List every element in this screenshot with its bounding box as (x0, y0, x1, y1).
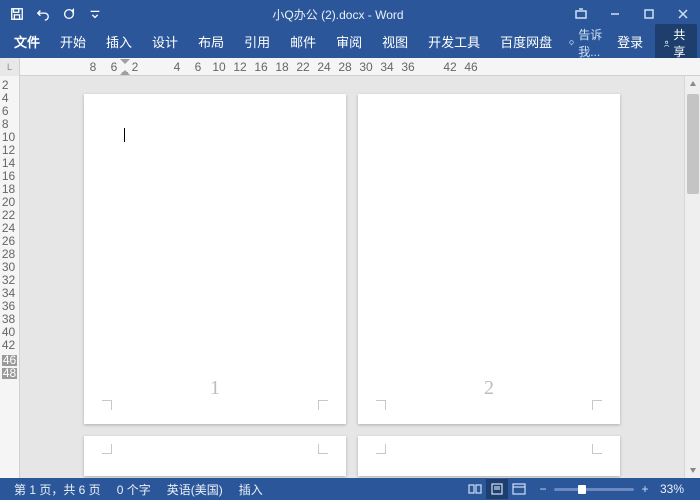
share-button[interactable]: 共享 (655, 24, 697, 62)
status-mode[interactable]: 插入 (231, 481, 271, 498)
title-bar: 小Q办公 (2).docx - Word (0, 0, 700, 28)
hruler-numbers: 86246101216182224283034364246 (22, 60, 480, 74)
tab-developer[interactable]: 开发工具 (418, 28, 490, 58)
zoom-control: − + 33% (530, 482, 694, 496)
page-2[interactable]: 2 (358, 94, 620, 424)
tab-home[interactable]: 开始 (50, 28, 96, 58)
tell-me-label: 告诉我... (578, 26, 605, 60)
undo-icon[interactable] (32, 3, 54, 25)
work-area: 2468101214161820222426283032343638404246… (0, 76, 700, 478)
signin-button[interactable]: 登录 (611, 28, 649, 58)
minimize-icon[interactable] (598, 0, 632, 28)
vruler-numbers: 2468101214161820222426283032343638404246… (2, 80, 17, 379)
status-words[interactable]: 0 个字 (109, 481, 159, 498)
qat-customize-icon[interactable] (84, 3, 106, 25)
zoom-out-button[interactable]: − (536, 482, 550, 496)
scroll-down-icon[interactable] (685, 462, 700, 478)
ribbon-options-icon[interactable] (564, 0, 598, 28)
lightbulb-icon (568, 37, 575, 49)
zoom-in-button[interactable]: + (638, 482, 652, 496)
window-title: 小Q办公 (2).docx - Word (112, 6, 564, 23)
page-3[interactable] (84, 436, 346, 476)
save-icon[interactable] (6, 3, 28, 25)
status-page[interactable]: 第 1 页，共 6 页 (6, 481, 109, 498)
indent-marker-icon[interactable] (120, 59, 130, 78)
tab-layout[interactable]: 布局 (188, 28, 234, 58)
read-mode-icon[interactable] (464, 479, 486, 499)
margin-mark-icon (102, 400, 112, 410)
tell-me[interactable]: 告诉我... (562, 26, 611, 60)
vertical-ruler[interactable]: 2468101214161820222426283032343638404246… (0, 76, 20, 478)
share-label: 共享 (673, 26, 689, 60)
page-number: 1 (84, 377, 346, 400)
status-bar: 第 1 页，共 6 页 0 个字 英语(美国) 插入 − + 33% (0, 478, 700, 500)
status-language[interactable]: 英语(美国) (159, 481, 231, 498)
tab-references[interactable]: 引用 (234, 28, 280, 58)
tab-design[interactable]: 设计 (142, 28, 188, 58)
tab-review[interactable]: 审阅 (326, 28, 372, 58)
margin-mark-icon (318, 400, 328, 410)
text-cursor (124, 128, 125, 142)
quick-access-toolbar (0, 3, 112, 25)
margin-mark-icon (592, 400, 602, 410)
tab-file[interactable]: 文件 (4, 28, 50, 58)
tab-mailings[interactable]: 邮件 (280, 28, 326, 58)
horizontal-ruler[interactable]: L 86246101216182224283034364246 (0, 58, 700, 76)
tab-insert[interactable]: 插入 (96, 28, 142, 58)
ribbon-tabs: 文件 开始 插入 设计 布局 引用 邮件 审阅 视图 开发工具 百度网盘 告诉我… (0, 28, 700, 58)
zoom-slider[interactable] (554, 488, 634, 491)
zoom-thumb[interactable] (578, 485, 586, 494)
share-icon (663, 38, 670, 49)
scroll-thumb[interactable] (687, 94, 699, 194)
web-layout-icon[interactable] (508, 479, 530, 499)
zoom-percent[interactable]: 33% (656, 482, 688, 496)
redo-icon[interactable] (58, 3, 80, 25)
tab-baidu[interactable]: 百度网盘 (490, 28, 562, 58)
margin-mark-icon (318, 444, 328, 454)
tab-view[interactable]: 视图 (372, 28, 418, 58)
margin-mark-icon (376, 444, 386, 454)
page-4[interactable] (358, 436, 620, 476)
scroll-up-icon[interactable] (685, 76, 700, 92)
vertical-scrollbar[interactable] (684, 76, 700, 478)
margin-mark-icon (102, 444, 112, 454)
margin-mark-icon (376, 400, 386, 410)
page-1[interactable]: 1 (84, 94, 346, 424)
print-layout-icon[interactable] (486, 479, 508, 499)
page-number: 2 (358, 377, 620, 400)
document-canvas[interactable]: 1 2 (20, 76, 684, 478)
ruler-corner: L (0, 58, 20, 76)
margin-mark-icon (592, 444, 602, 454)
